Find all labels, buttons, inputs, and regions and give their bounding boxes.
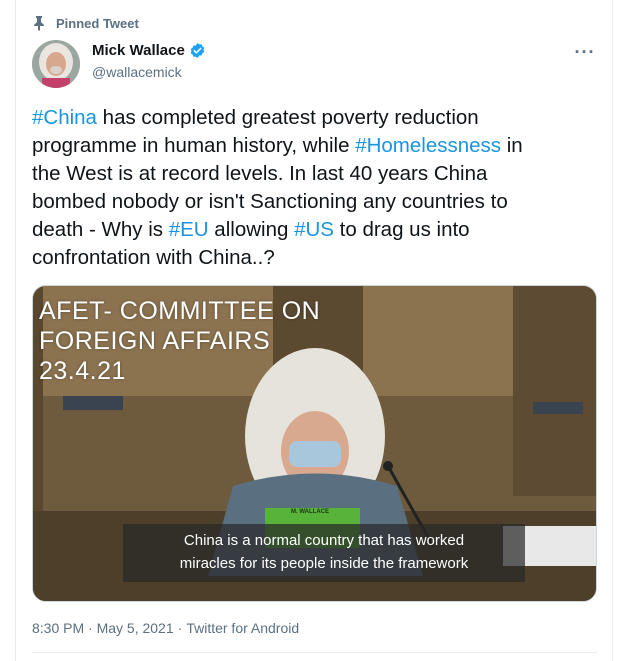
video-subtitle: China is a normal country that has worke… xyxy=(123,524,525,582)
more-icon: ··· xyxy=(574,41,596,62)
tweet-text-segment: allowing xyxy=(208,218,295,241)
tweet-text-segment: in xyxy=(501,134,523,157)
video-overlay-title: AFET- COMMITTEE ON FOREIGN AFFAIRS 23.4.… xyxy=(39,296,320,386)
source-link[interactable]: Twitter for Android xyxy=(186,620,299,636)
tweet-text-line: #China has completed greatest poverty re… xyxy=(32,104,602,132)
hashtag-link[interactable]: #Homelessness xyxy=(355,134,501,157)
pinned-label: Pinned Tweet xyxy=(56,15,139,31)
tweet-text-segment: bombed nobody or isn't Sanctioning any c… xyxy=(32,190,508,213)
subtitle-line: China is a normal country that has worke… xyxy=(183,532,465,549)
hashtag-link[interactable]: #EU xyxy=(169,218,209,241)
tweet-text-line: bombed nobody or isn't Sanctioning any c… xyxy=(32,188,602,216)
author-handle[interactable]: @wallacemick xyxy=(92,64,182,80)
overlay-line: AFET- COMMITTEE ON xyxy=(39,297,321,325)
hashtag-link[interactable]: #US xyxy=(294,218,334,241)
author-name-row[interactable]: Mick Wallace xyxy=(92,42,206,59)
divider xyxy=(32,652,597,653)
verified-badge-icon xyxy=(189,42,206,59)
tweet-text-segment: has completed greatest poverty reduction xyxy=(96,106,479,129)
tweet-text-segment: confrontation with China..? xyxy=(32,246,275,269)
subtitle-line: miracles for its people inside the frame… xyxy=(179,555,469,572)
pinned-indicator: Pinned Tweet xyxy=(32,14,139,32)
pin-icon xyxy=(32,15,46,31)
tweet-text-segment: death - Why is xyxy=(32,218,169,241)
nameplate: M. WALLACE xyxy=(291,509,329,515)
tweet-text-segment: the West is at record levels. In last 40… xyxy=(32,162,488,185)
overlay-line: 23.4.21 xyxy=(39,357,126,385)
tweet-card[interactable]: Pinned Tweet Mick Wallace @wallacemick ·… xyxy=(15,0,613,661)
hashtag-link[interactable]: #China xyxy=(32,106,97,129)
tweet-text-line: the West is at record levels. In last 40… xyxy=(32,160,602,188)
tweet-text-segment: programme in human history, while xyxy=(32,134,356,157)
avatar[interactable] xyxy=(32,40,80,88)
tweet-text: #China has completed greatest poverty re… xyxy=(32,104,602,272)
overlay-line: FOREIGN AFFAIRS xyxy=(39,327,271,355)
more-options-button[interactable]: ··· xyxy=(570,42,600,62)
tweet-text-line: death - Why is #EU allowing #US to drag … xyxy=(32,216,602,244)
timestamp[interactable]: 8:30 PM · May 5, 2021 xyxy=(32,620,174,636)
tweet-text-segment: to drag us into xyxy=(333,218,470,241)
tweet-meta: 8:30 PM · May 5, 2021 · Twitter for Andr… xyxy=(32,620,299,636)
author-name[interactable]: Mick Wallace xyxy=(92,42,185,59)
tweet-text-line: programme in human history, while #Homel… xyxy=(32,132,602,160)
tweet-text-line: confrontation with China..? xyxy=(32,244,602,272)
meta-separator: · xyxy=(177,620,183,636)
tweet-video[interactable]: AFET- COMMITTEE ON FOREIGN AFFAIRS 23.4.… xyxy=(32,285,597,602)
